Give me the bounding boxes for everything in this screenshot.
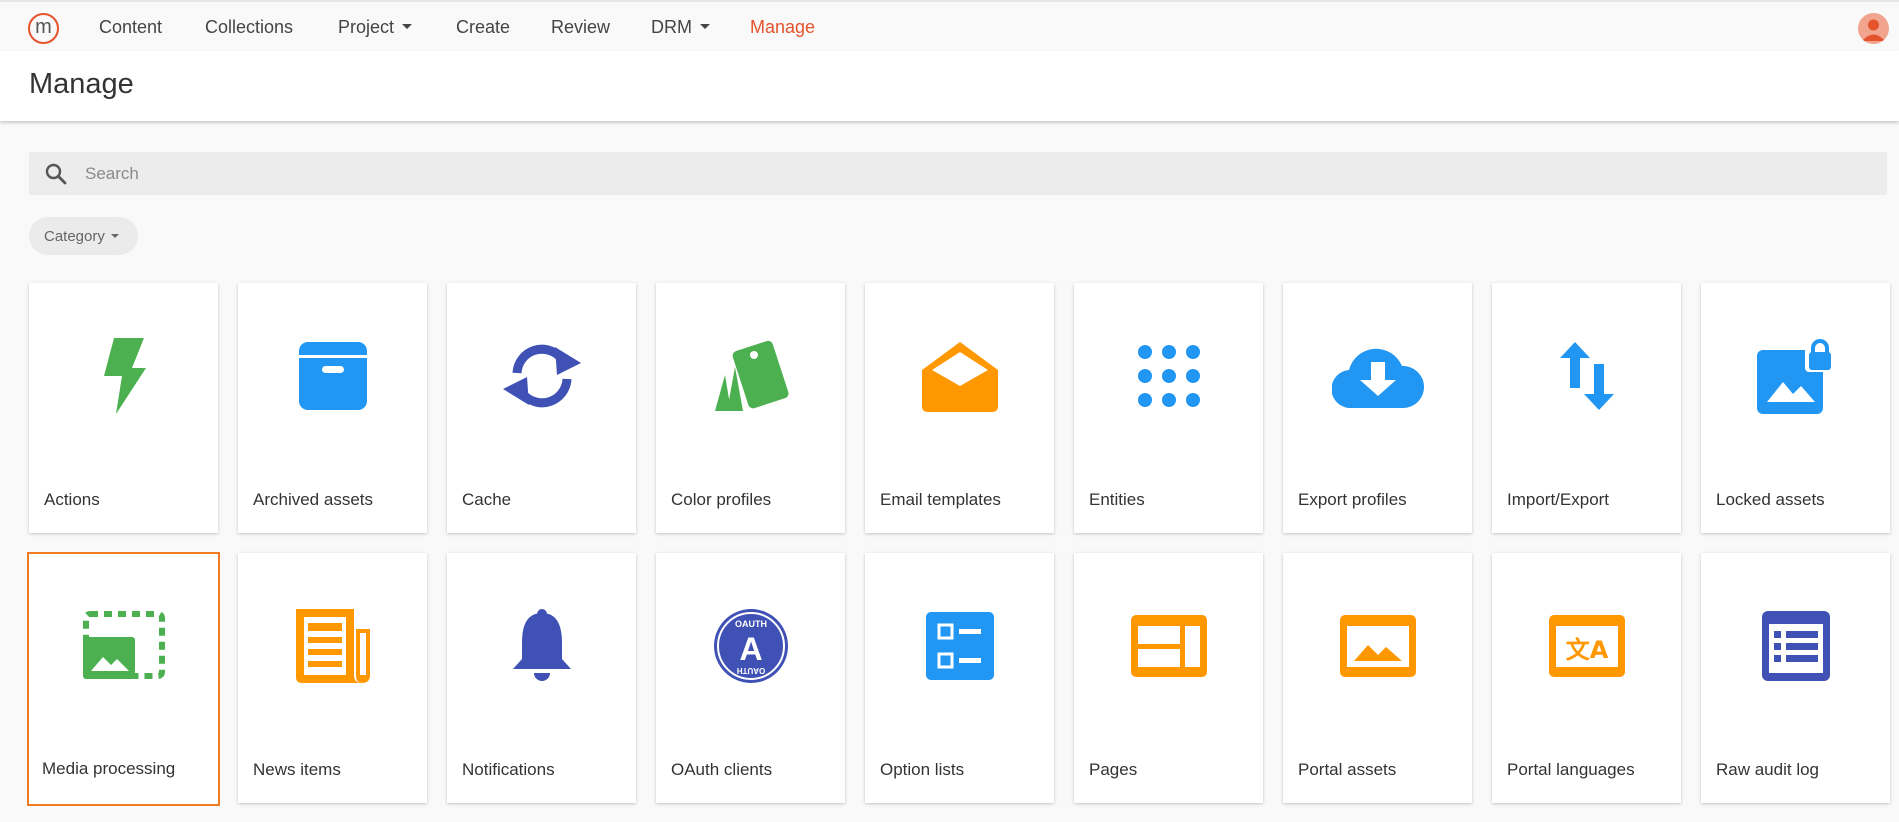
search-icon (45, 163, 67, 185)
tile-label: Export profiles (1298, 490, 1407, 509)
archive-box-icon (238, 283, 427, 468)
tile-entities[interactable]: Entities (1074, 283, 1263, 533)
oauth-badge-text-mirrored: OAUTH (736, 666, 765, 675)
list-document-icon (1701, 553, 1890, 738)
tile-label: Portal assets (1298, 760, 1397, 779)
nav-label: Create (456, 17, 511, 37)
oauth-badge-letter: A (739, 631, 762, 667)
nav-item-review[interactable]: Review (551, 17, 610, 38)
chevron-down-icon (110, 234, 119, 238)
tile-oauth-clients[interactable]: OAUTH A OAUTH OAuth clients (656, 553, 845, 803)
app-logo[interactable]: m (28, 13, 59, 44)
page-title: Manage (29, 68, 134, 100)
tile-portal-assets[interactable]: Portal assets (1283, 553, 1472, 803)
swap-vertical-icon (1492, 283, 1681, 468)
nav-item-manage[interactable]: Manage (750, 17, 815, 38)
translate-icon: 文A (1492, 553, 1681, 738)
tile-label: Raw audit log (1716, 760, 1820, 779)
tile-label: OAuth clients (671, 760, 773, 779)
nav-label: Content (99, 17, 163, 37)
tile-cache[interactable]: Cache (447, 283, 636, 533)
tile-label: Pages (1089, 760, 1138, 779)
tile-pages[interactable]: Pages (1074, 553, 1263, 803)
category-filter-label: Category (44, 227, 105, 245)
chevron-down-icon (402, 24, 413, 29)
tile-label: Email templates (880, 490, 1001, 509)
nav-label: DRM (651, 17, 692, 37)
tile-label: News items (253, 760, 341, 779)
envelope-open-icon (865, 283, 1054, 468)
translate-glyph: 文A (1565, 636, 1608, 664)
tile-label: Notifications (462, 760, 555, 779)
tile-label: Entities (1089, 490, 1145, 509)
tile-notifications[interactable]: Notifications (447, 553, 636, 803)
tile-locked-assets[interactable]: Locked assets (1701, 283, 1890, 533)
tile-label: Cache (462, 490, 512, 509)
nav-label: Manage (750, 17, 816, 37)
tile-option-lists[interactable]: Option lists (865, 553, 1054, 803)
locked-image-icon (1701, 283, 1890, 468)
tile-label: Actions (44, 490, 100, 509)
category-filter-button[interactable]: Category (29, 217, 138, 255)
web-layout-icon (1074, 553, 1263, 738)
nav-label: Project (338, 17, 395, 37)
nav-item-create[interactable]: Create (456, 17, 510, 38)
tile-color-profiles[interactable]: Color profiles (656, 283, 845, 533)
cloud-download-icon (1283, 283, 1472, 468)
search-bar (29, 152, 1887, 195)
apps-grid-icon (1074, 283, 1263, 468)
top-navigation-bar: m Content Collections Project Create Rev… (0, 0, 1899, 51)
nav-item-content[interactable]: Content (99, 17, 162, 38)
search-input[interactable] (85, 152, 1865, 195)
tile-news-items[interactable]: News items (238, 553, 427, 803)
tile-label: Option lists (880, 760, 965, 779)
tile-email-templates[interactable]: Email templates (865, 283, 1054, 533)
oauth-badge-icon: OAUTH A OAUTH (656, 553, 845, 738)
tile-label: Archived assets (253, 490, 373, 509)
logo-letter: m (35, 16, 52, 38)
tile-import-export[interactable]: Import/Export (1492, 283, 1681, 533)
tile-label: Color profiles (671, 490, 772, 509)
tile-raw-audit-log[interactable]: Raw audit log (1701, 553, 1890, 803)
tile-archived-assets[interactable]: Archived assets (238, 283, 427, 533)
bell-icon (447, 553, 636, 738)
newspaper-icon (238, 553, 427, 738)
page-header: Manage (0, 51, 1899, 121)
nav-item-collections[interactable]: Collections (205, 17, 293, 38)
image-processing-icon (27, 552, 220, 737)
oauth-badge-text: OAUTH (735, 619, 767, 629)
sync-icon (447, 283, 636, 468)
checklist-icon (865, 553, 1054, 738)
tile-label: Locked assets (1716, 490, 1825, 509)
portal-image-icon (1283, 553, 1472, 738)
user-avatar[interactable] (1858, 13, 1889, 44)
lightning-icon (29, 283, 218, 468)
nav-label: Review (551, 17, 611, 37)
nav-label: Collections (205, 17, 294, 37)
tile-label: Portal languages (1507, 760, 1635, 779)
chevron-down-icon (700, 24, 710, 29)
tile-label: Import/Export (1507, 490, 1610, 509)
tile-export-profiles[interactable]: Export profiles (1283, 283, 1472, 533)
user-icon (1862, 19, 1885, 41)
tile-actions[interactable]: Actions (29, 283, 218, 533)
nav-item-project[interactable]: Project (338, 17, 413, 38)
tile-media-processing[interactable]: Media processing (27, 552, 220, 806)
tile-label: Media processing (42, 759, 176, 778)
tile-portal-languages[interactable]: 文A Portal languages (1492, 553, 1681, 803)
color-cards-icon (656, 283, 845, 468)
nav-item-drm[interactable]: DRM (651, 17, 710, 38)
